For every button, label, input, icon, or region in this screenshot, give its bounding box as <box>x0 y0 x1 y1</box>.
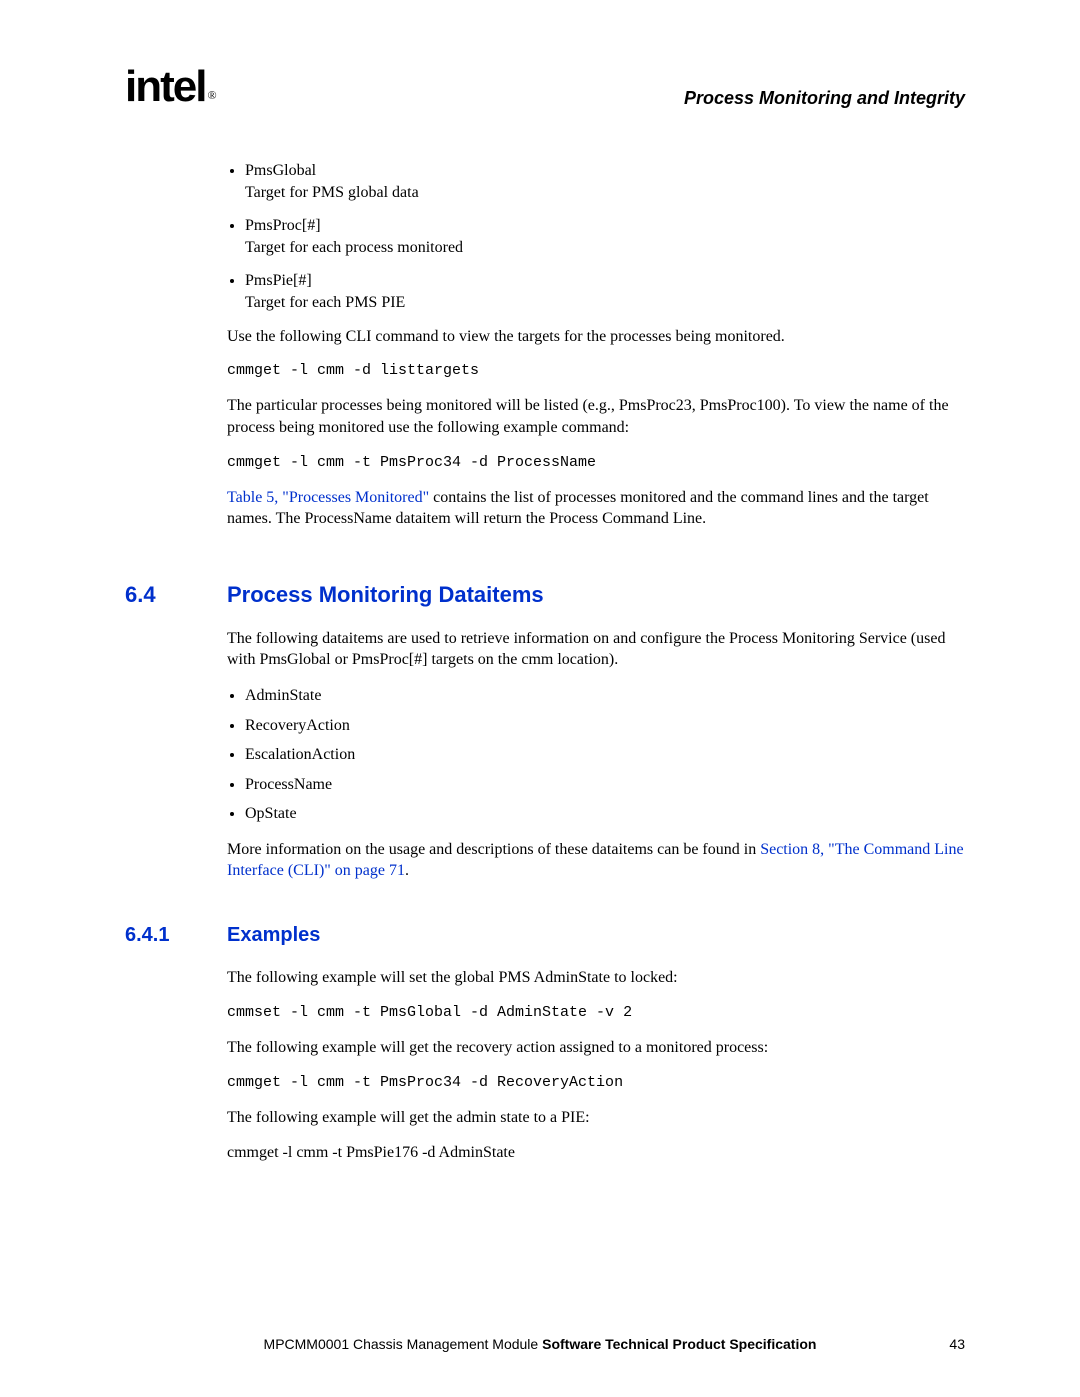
footer-bold: Software Technical Product Specification <box>542 1336 816 1352</box>
page-header: intel® Process Monitoring and Integrity <box>125 60 965 130</box>
section-title: Examples <box>227 922 320 949</box>
paragraph: The following dataitems are used to retr… <box>227 628 965 671</box>
paragraph: The particular processes being monitored… <box>227 395 965 438</box>
logo-text: intel <box>125 62 205 111</box>
page-footer: MPCMM0001 Chassis Management Module Soft… <box>0 1336 1080 1352</box>
text-run: More information on the usage and descri… <box>227 841 760 858</box>
paragraph: The following example will set the globa… <box>227 967 965 989</box>
section-title: Process Monitoring Dataitems <box>227 580 544 610</box>
cross-reference-link[interactable]: Table 5, "Processes Monitored" <box>227 489 429 506</box>
item-desc: Target for each process monitored <box>245 237 965 259</box>
section-number: 6.4 <box>125 580 227 610</box>
document-page: intel® Process Monitoring and Integrity … <box>0 0 1080 1397</box>
list-item: PmsPie[#] Target for each PMS PIE <box>245 270 965 313</box>
paragraph: Table 5, "Processes Monitored" contains … <box>227 487 965 530</box>
item-name: PmsGlobal <box>245 160 965 182</box>
chapter-title: Process Monitoring and Integrity <box>684 88 965 109</box>
footer-doc-title: MPCMM0001 Chassis Management Module Soft… <box>264 1336 817 1352</box>
section-heading-6-4: 6.4 Process Monitoring Dataitems <box>125 580 965 610</box>
list-item: AdminState <box>245 685 965 707</box>
code-block: cmmset -l cmm -t PmsGlobal -d AdminState… <box>227 1003 965 1023</box>
paragraph: Use the following CLI command to view th… <box>227 326 965 348</box>
footer-prefix: MPCMM0001 Chassis Management Module <box>264 1336 543 1352</box>
dataitems-list: AdminState RecoveryAction EscalationActi… <box>227 685 965 825</box>
code-block: cmmget -l cmm -d listtargets <box>227 361 965 381</box>
section-number: 6.4.1 <box>125 922 227 949</box>
page-content: PmsGlobal Target for PMS global data Pms… <box>227 160 965 1164</box>
intel-logo: intel® <box>125 65 215 109</box>
target-list: PmsGlobal Target for PMS global data Pms… <box>227 160 965 314</box>
section-heading-6-4-1: 6.4.1 Examples <box>125 922 965 949</box>
list-item: OpState <box>245 803 965 825</box>
list-item: PmsGlobal Target for PMS global data <box>245 160 965 203</box>
list-item: ProcessName <box>245 774 965 796</box>
paragraph: cmmget -l cmm -t PmsPie176 -d AdminState <box>227 1142 965 1164</box>
code-block: cmmget -l cmm -t PmsProc34 -d RecoveryAc… <box>227 1073 965 1093</box>
registered-symbol: ® <box>207 88 216 102</box>
paragraph: The following example will get the admin… <box>227 1107 965 1129</box>
item-desc: Target for each PMS PIE <box>245 292 965 314</box>
list-item: EscalationAction <box>245 744 965 766</box>
page-number: 43 <box>949 1336 965 1352</box>
item-name: PmsPie[#] <box>245 270 965 292</box>
item-desc: Target for PMS global data <box>245 182 965 204</box>
code-block: cmmget -l cmm -t PmsProc34 -d ProcessNam… <box>227 453 965 473</box>
paragraph: The following example will get the recov… <box>227 1037 965 1059</box>
list-item: PmsProc[#] Target for each process monit… <box>245 215 965 258</box>
item-name: PmsProc[#] <box>245 215 965 237</box>
paragraph: More information on the usage and descri… <box>227 839 965 882</box>
text-run: . <box>405 862 409 879</box>
list-item: RecoveryAction <box>245 715 965 737</box>
